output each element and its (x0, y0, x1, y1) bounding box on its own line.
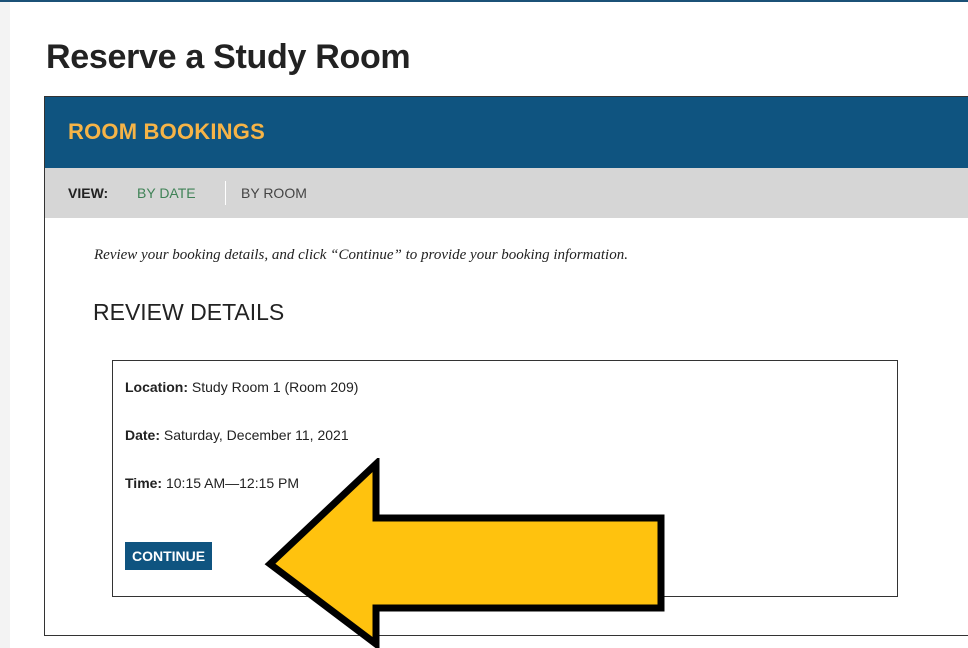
location-label: Location: (125, 379, 188, 395)
review-details-heading: REVIEW DETAILS (93, 299, 285, 325)
top-rule (0, 0, 968, 2)
time-label: Time: (125, 475, 163, 491)
left-gutter (0, 2, 10, 648)
location-detail: Location: Study Room 1 (Room 209) (125, 379, 358, 395)
left-arrow-icon (264, 458, 665, 648)
view-by-room-link[interactable]: BY ROOM (241, 185, 307, 201)
panel-title: ROOM BOOKINGS (68, 119, 265, 144)
date-value: Saturday, December 11, 2021 (160, 427, 349, 443)
date-label: Date: (125, 427, 161, 443)
continue-button[interactable]: CONTINUE (125, 542, 213, 570)
panel-header: ROOM BOOKINGS (45, 97, 968, 168)
view-bar: VIEW: BY DATE BY ROOM (45, 168, 968, 218)
view-label: VIEW: (68, 185, 109, 201)
arrow-shape (264, 458, 665, 648)
view-by-date-link[interactable]: BY DATE (137, 185, 196, 201)
view-divider (225, 181, 226, 205)
instructions-text: Review your booking details, and click “… (94, 247, 628, 263)
date-detail: Date: Saturday, December 11, 2021 (125, 427, 349, 443)
location-value: Study Room 1 (Room 209) (188, 379, 359, 395)
page-title: Reserve a Study Room (46, 38, 411, 76)
page: Reserve a Study Room ROOM BOOKINGS VIEW:… (0, 0, 968, 648)
